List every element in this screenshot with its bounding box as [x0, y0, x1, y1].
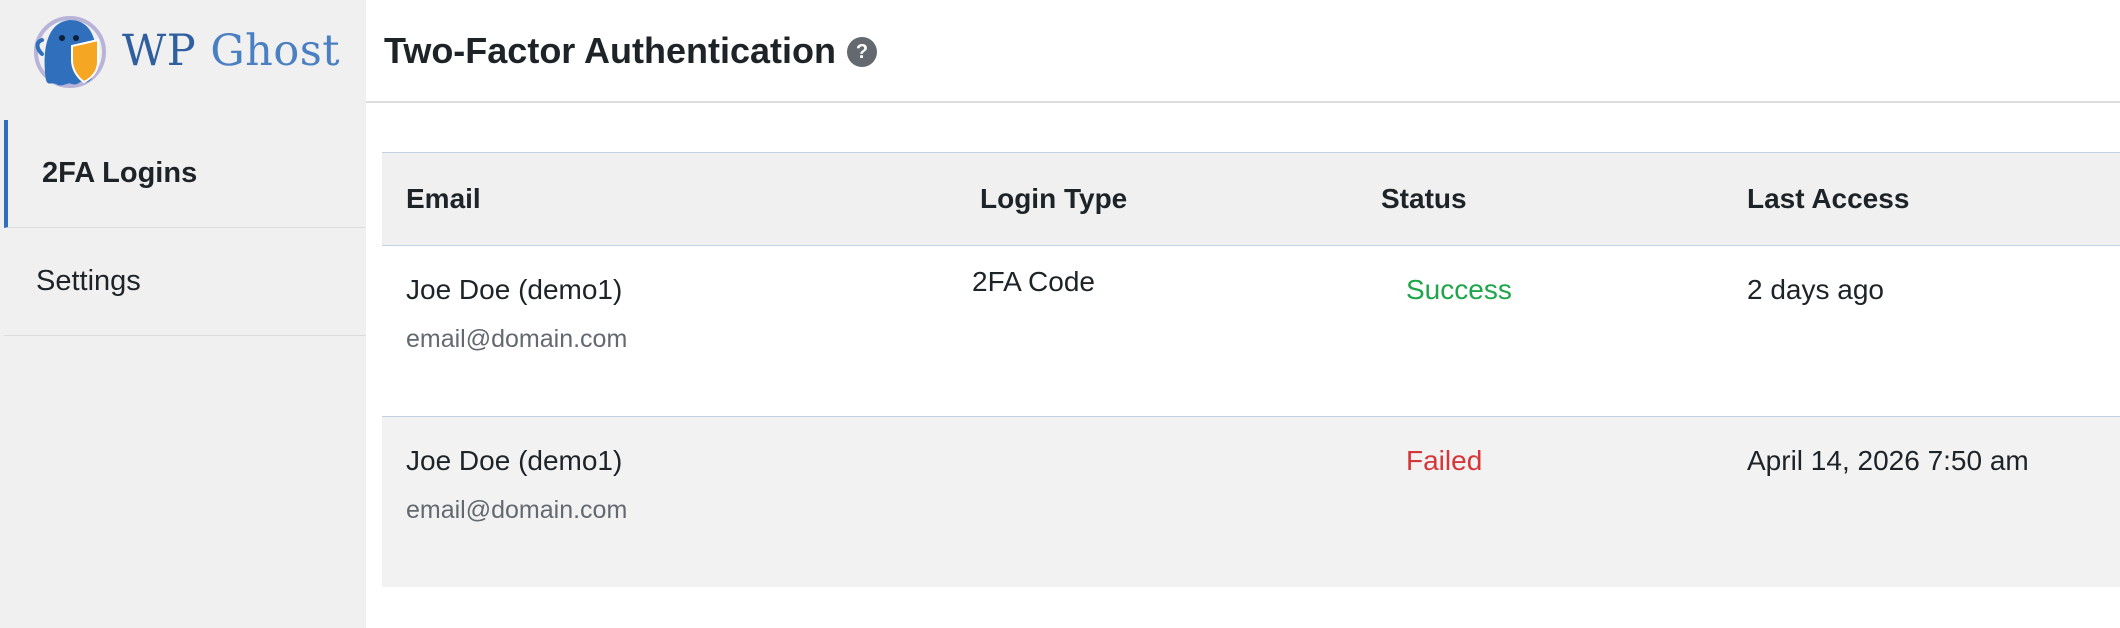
user-email: email@domain.com — [406, 496, 628, 524]
user-name: Joe Doe (demo1) — [406, 445, 623, 476]
sidebar-item-settings[interactable]: Settings — [4, 228, 366, 336]
sidebar-item-label: 2FA Logins — [42, 157, 198, 189]
logo[interactable]: WP Ghost — [32, 10, 340, 92]
page-header: Two-Factor Authentication ? — [366, 0, 2120, 103]
question-circle-icon[interactable]: ? — [847, 37, 877, 67]
status-badge: Success — [1406, 274, 1512, 305]
column-header-login-type: Login Type — [980, 183, 1128, 214]
column-header-status: Status — [1381, 183, 1467, 214]
ghost-shield-logo-icon — [34, 16, 106, 88]
column-header-last-access: Last Access — [1747, 183, 1910, 214]
login-type: 2FA Code — [972, 266, 1095, 297]
table-header: Email Login Type Status Last Access — [382, 152, 2120, 246]
user-email: email@domain.com — [406, 325, 628, 353]
sidebar-nav: 2FA Logins Settings — [4, 120, 366, 336]
status-badge: Failed — [1406, 445, 1483, 476]
user-name: Joe Doe (demo1) — [406, 274, 623, 305]
column-header-email: Email — [406, 183, 481, 214]
sidebar-item-label: Settings — [36, 265, 141, 297]
last-access: April 14, 2026 7:50 am — [1747, 445, 2029, 476]
last-access: 2 days ago — [1747, 274, 1884, 305]
logins-table: Email Login Type Status Last Access Joe … — [382, 152, 2120, 587]
sidebar-item-2fa-logins[interactable]: 2FA Logins — [4, 120, 366, 228]
table-row: Joe Doe (demo1) email@domain.com 2FA Cod… — [382, 246, 2120, 417]
page-title: Two-Factor Authentication — [384, 30, 836, 71]
table-row: Joe Doe (demo1) email@domain.com Failed … — [382, 417, 2120, 587]
sidebar: WP Ghost 2FA Logins Settings — [0, 0, 366, 628]
brand-name: WP Ghost — [122, 26, 341, 76]
